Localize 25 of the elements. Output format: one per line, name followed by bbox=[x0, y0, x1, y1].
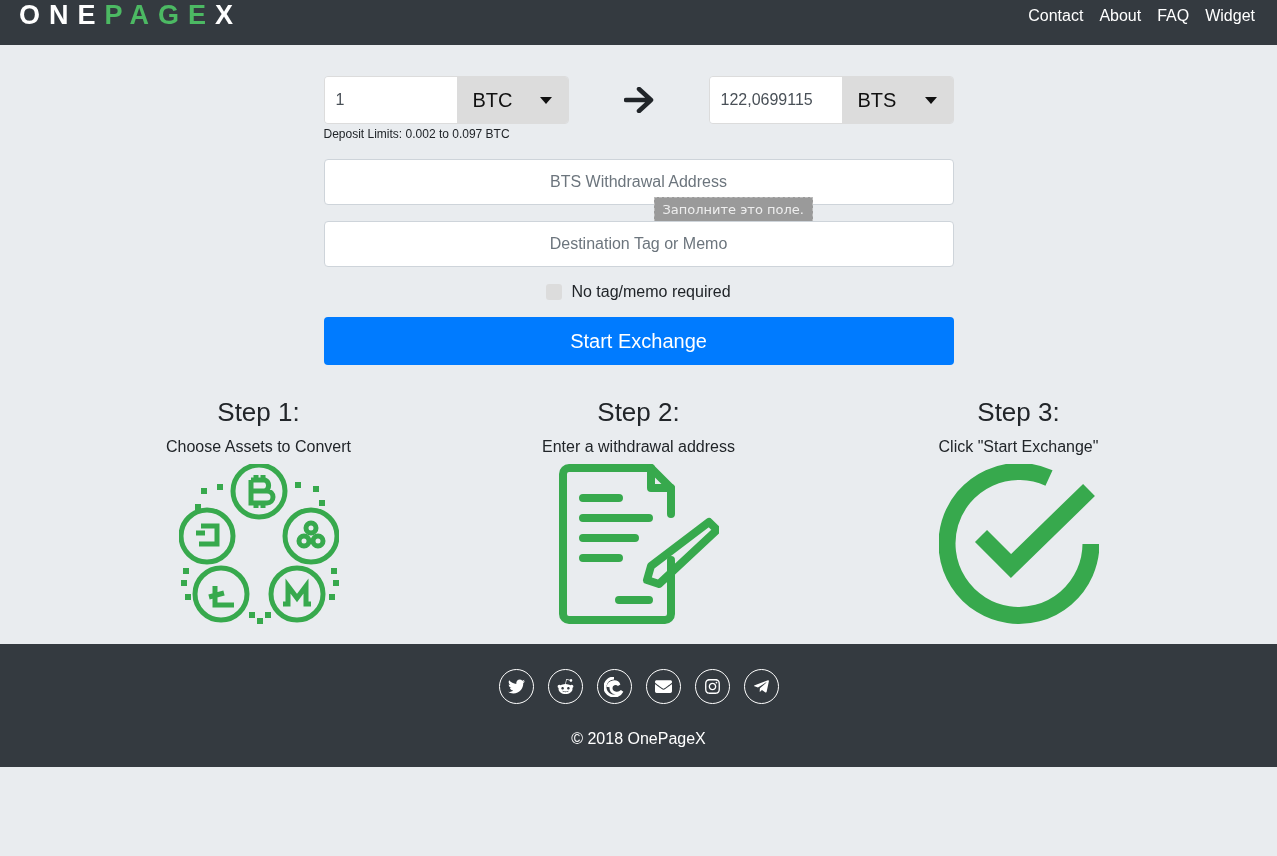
start-exchange-button[interactable]: Start Exchange bbox=[323, 317, 954, 365]
step-description: Click "Start Exchange" bbox=[938, 438, 1099, 456]
deposit-limits: Deposit Limits: 0.002 to 0.097 BTC bbox=[323, 127, 511, 141]
memo-field[interactable]: Destination Tag or Memo bbox=[323, 221, 954, 267]
amount-field[interactable]: 122,0699115 bbox=[709, 77, 842, 123]
step-title: Step 2: bbox=[597, 397, 680, 428]
caret-icon bbox=[539, 96, 552, 104]
copyright: © 2018 OnePageX bbox=[571, 730, 706, 748]
currency-select[interactable]: BTS bbox=[841, 77, 953, 123]
step-title: Step 3: bbox=[977, 397, 1060, 428]
step-description: Enter a withdrawal address bbox=[542, 438, 735, 456]
arrow-right-icon bbox=[623, 87, 654, 113]
nav-link[interactable]: About bbox=[1099, 6, 1142, 25]
nav-link[interactable]: FAQ bbox=[1157, 6, 1190, 25]
checkbox-label: No tag/memo required bbox=[571, 283, 731, 301]
step-description: Choose Assets to Convert bbox=[166, 438, 351, 456]
address-field[interactable]: BTS Withdrawal Address bbox=[323, 159, 954, 205]
currency-select[interactable]: BTC bbox=[456, 77, 568, 123]
nav-link[interactable]: Contact bbox=[1028, 6, 1084, 25]
logo[interactable]: ONE PAGE X bbox=[19, 0, 243, 31]
amount-field[interactable]: 1 bbox=[324, 77, 457, 123]
tooltip: Заполните это поле. bbox=[653, 197, 813, 222]
caret-icon bbox=[924, 96, 937, 104]
step-title: Step 1: bbox=[217, 397, 300, 428]
nav-link[interactable]: Widget bbox=[1205, 6, 1255, 25]
